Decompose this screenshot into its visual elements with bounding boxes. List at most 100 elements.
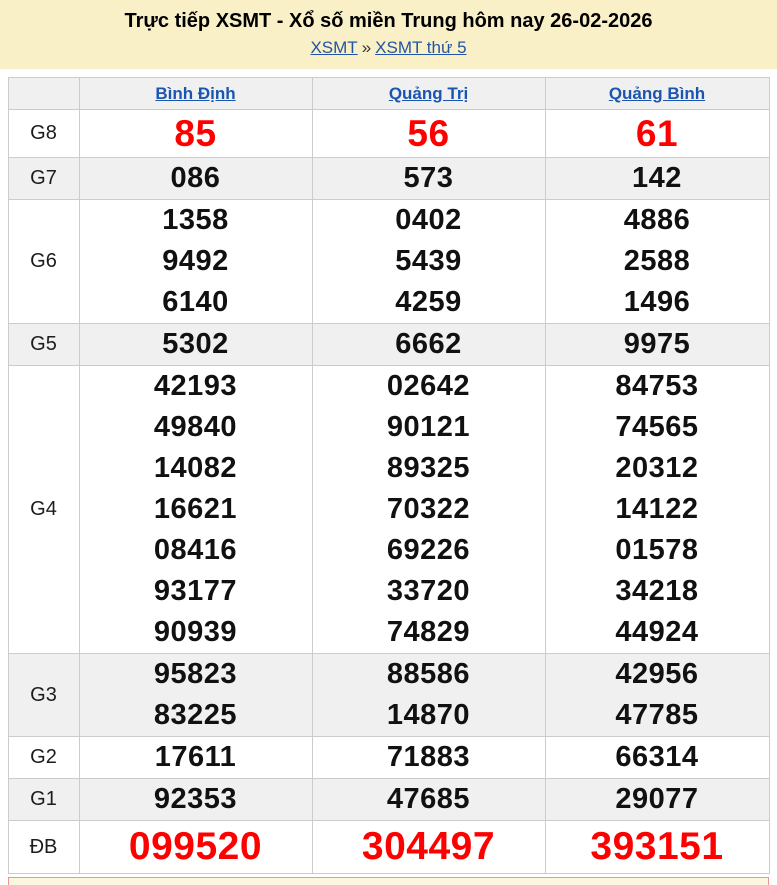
prize-row-g3: G3 95823 83225 88586 14870 42956 47785	[7, 653, 770, 737]
prize-number: 71883	[386, 741, 471, 773]
prize-number: 086	[170, 162, 221, 194]
prize-number: 49840	[153, 411, 238, 443]
prize-cell: 92353	[78, 778, 313, 821]
prize-number: 33720	[386, 575, 471, 607]
prize-number: 099520	[128, 825, 263, 868]
prize-number: 66314	[615, 741, 699, 773]
column-header: Bình Định	[78, 77, 313, 110]
prize-number: 61	[635, 113, 679, 154]
prize-cell: 099520	[78, 820, 313, 874]
prize-row-g4: G4 42193 49840 14082 16621 08416 93177 90939 026…	[7, 365, 770, 654]
prize-number: 02642	[386, 370, 471, 402]
prize-number: 14082	[153, 452, 238, 484]
prize-cell: 88586 14870	[311, 653, 546, 737]
prize-number: 42193	[153, 370, 238, 402]
prize-number: 70322	[386, 493, 471, 525]
prize-number: 34218	[615, 575, 699, 607]
prize-number: 9975	[623, 328, 691, 360]
column-header: Quảng Trị	[311, 77, 546, 110]
prize-number: 4886	[623, 204, 691, 236]
prize-cell: 02642 90121 89325 70322 69226 33720 74829	[311, 365, 546, 654]
breadcrumb-link-xsmt-thu-5[interactable]: XSMT thứ 5	[375, 38, 466, 57]
prize-number: 93177	[153, 575, 238, 607]
corner-cell	[7, 77, 80, 110]
prize-cell: 1358 9492 6140	[78, 199, 313, 324]
prize-label: G4	[7, 365, 80, 654]
breadcrumb-link-xsmt[interactable]: XSMT	[310, 38, 357, 57]
prize-label: G5	[7, 323, 80, 366]
prize-number: 5439	[395, 245, 462, 277]
prize-cell: 29077	[544, 778, 770, 821]
prize-number: 29077	[615, 783, 699, 815]
prize-number: 20312	[615, 452, 699, 484]
prize-number: 69226	[386, 534, 471, 566]
prize-label: ĐB	[7, 820, 80, 874]
prize-label: G6	[7, 199, 80, 324]
prize-cell: 304497	[311, 820, 546, 874]
prize-number: 95823	[153, 658, 238, 690]
lottery-results-table: Bình Định Quảng Trị Quảng Bình G8 85 56 61 G7 0…	[7, 77, 770, 874]
prize-number: 85	[174, 113, 217, 154]
column-link-3[interactable]: Quảng Bình	[609, 84, 705, 103]
prize-cell: 42956 47785	[544, 653, 770, 737]
prize-number: 6140	[162, 286, 229, 318]
prize-number: 47685	[386, 783, 471, 815]
prize-number: 90121	[386, 411, 471, 443]
prize-cell: 6662	[311, 323, 546, 366]
prize-number: 6662	[395, 328, 462, 360]
prize-cell: 56	[311, 109, 546, 158]
prize-cell: 71883	[311, 736, 546, 779]
prize-row-g8: G8 85 56 61	[7, 109, 770, 158]
prize-cell: 17611	[78, 736, 313, 779]
prize-cell: 84753 74565 20312 14122 01578 34218 44924	[544, 365, 770, 654]
prize-cell: 9975	[544, 323, 770, 366]
column-link-1[interactable]: Bình Định	[155, 84, 235, 103]
prize-number: 304497	[361, 825, 496, 868]
prize-number: 573	[403, 162, 454, 194]
prize-label: G7	[7, 157, 80, 200]
page-title: Trực tiếp XSMT - Xổ số miền Trung hôm na…	[124, 10, 653, 32]
prize-cell: 61	[544, 109, 770, 158]
column-header: Quảng Bình	[544, 77, 770, 110]
prize-number: 1358	[162, 204, 229, 236]
prize-number: 1496	[623, 286, 691, 318]
prize-label: G2	[7, 736, 80, 779]
prize-row-g7: G7 086 573 142	[7, 157, 770, 200]
prize-number: 01578	[615, 534, 699, 566]
prize-row-đb: ĐB 099520 304497 393151	[7, 820, 770, 874]
prize-cell: 393151	[544, 820, 770, 874]
prize-number: 17611	[154, 741, 237, 773]
prize-label: G3	[7, 653, 80, 737]
prize-cell: 142	[544, 157, 770, 200]
next-section-box-top	[8, 877, 769, 885]
prize-number: 5302	[162, 328, 229, 360]
breadcrumb: XSMT» XSMT thứ 5	[0, 37, 777, 58]
prize-number: 14122	[615, 493, 699, 525]
prize-number: 42956	[615, 658, 699, 690]
prize-label: G8	[7, 109, 80, 158]
prize-number: 44924	[615, 616, 699, 648]
prize-number: 84753	[615, 370, 699, 402]
prize-cell: 086	[78, 157, 313, 200]
prize-row-g2: G2 17611 71883 66314	[7, 736, 770, 779]
prize-number: 08416	[153, 534, 238, 566]
prize-number: 74829	[386, 616, 471, 648]
prize-cell: 95823 83225	[78, 653, 313, 737]
prize-number: 14870	[386, 699, 471, 731]
prize-row-g6: G6 1358 9492 6140 0402 5439 4259 4886 2588 1496	[7, 199, 770, 324]
prize-cell: 85	[78, 109, 313, 158]
column-link-2[interactable]: Quảng Trị	[389, 84, 468, 103]
prize-cell: 66314	[544, 736, 770, 779]
prize-cell: 4886 2588 1496	[544, 199, 770, 324]
prize-number: 92353	[153, 783, 238, 815]
prize-number: 4259	[395, 286, 462, 318]
prize-number: 88586	[386, 658, 471, 690]
prize-label: G1	[7, 778, 80, 821]
prize-cell: 573	[311, 157, 546, 200]
prize-cell: 42193 49840 14082 16621 08416 93177 90939	[78, 365, 313, 654]
prize-number: 83225	[153, 699, 238, 731]
prize-number: 9492	[162, 245, 229, 277]
prize-row-g1: G1 92353 47685 29077	[7, 778, 770, 821]
prize-number: 89325	[386, 452, 471, 484]
prize-number: 2588	[623, 245, 691, 277]
